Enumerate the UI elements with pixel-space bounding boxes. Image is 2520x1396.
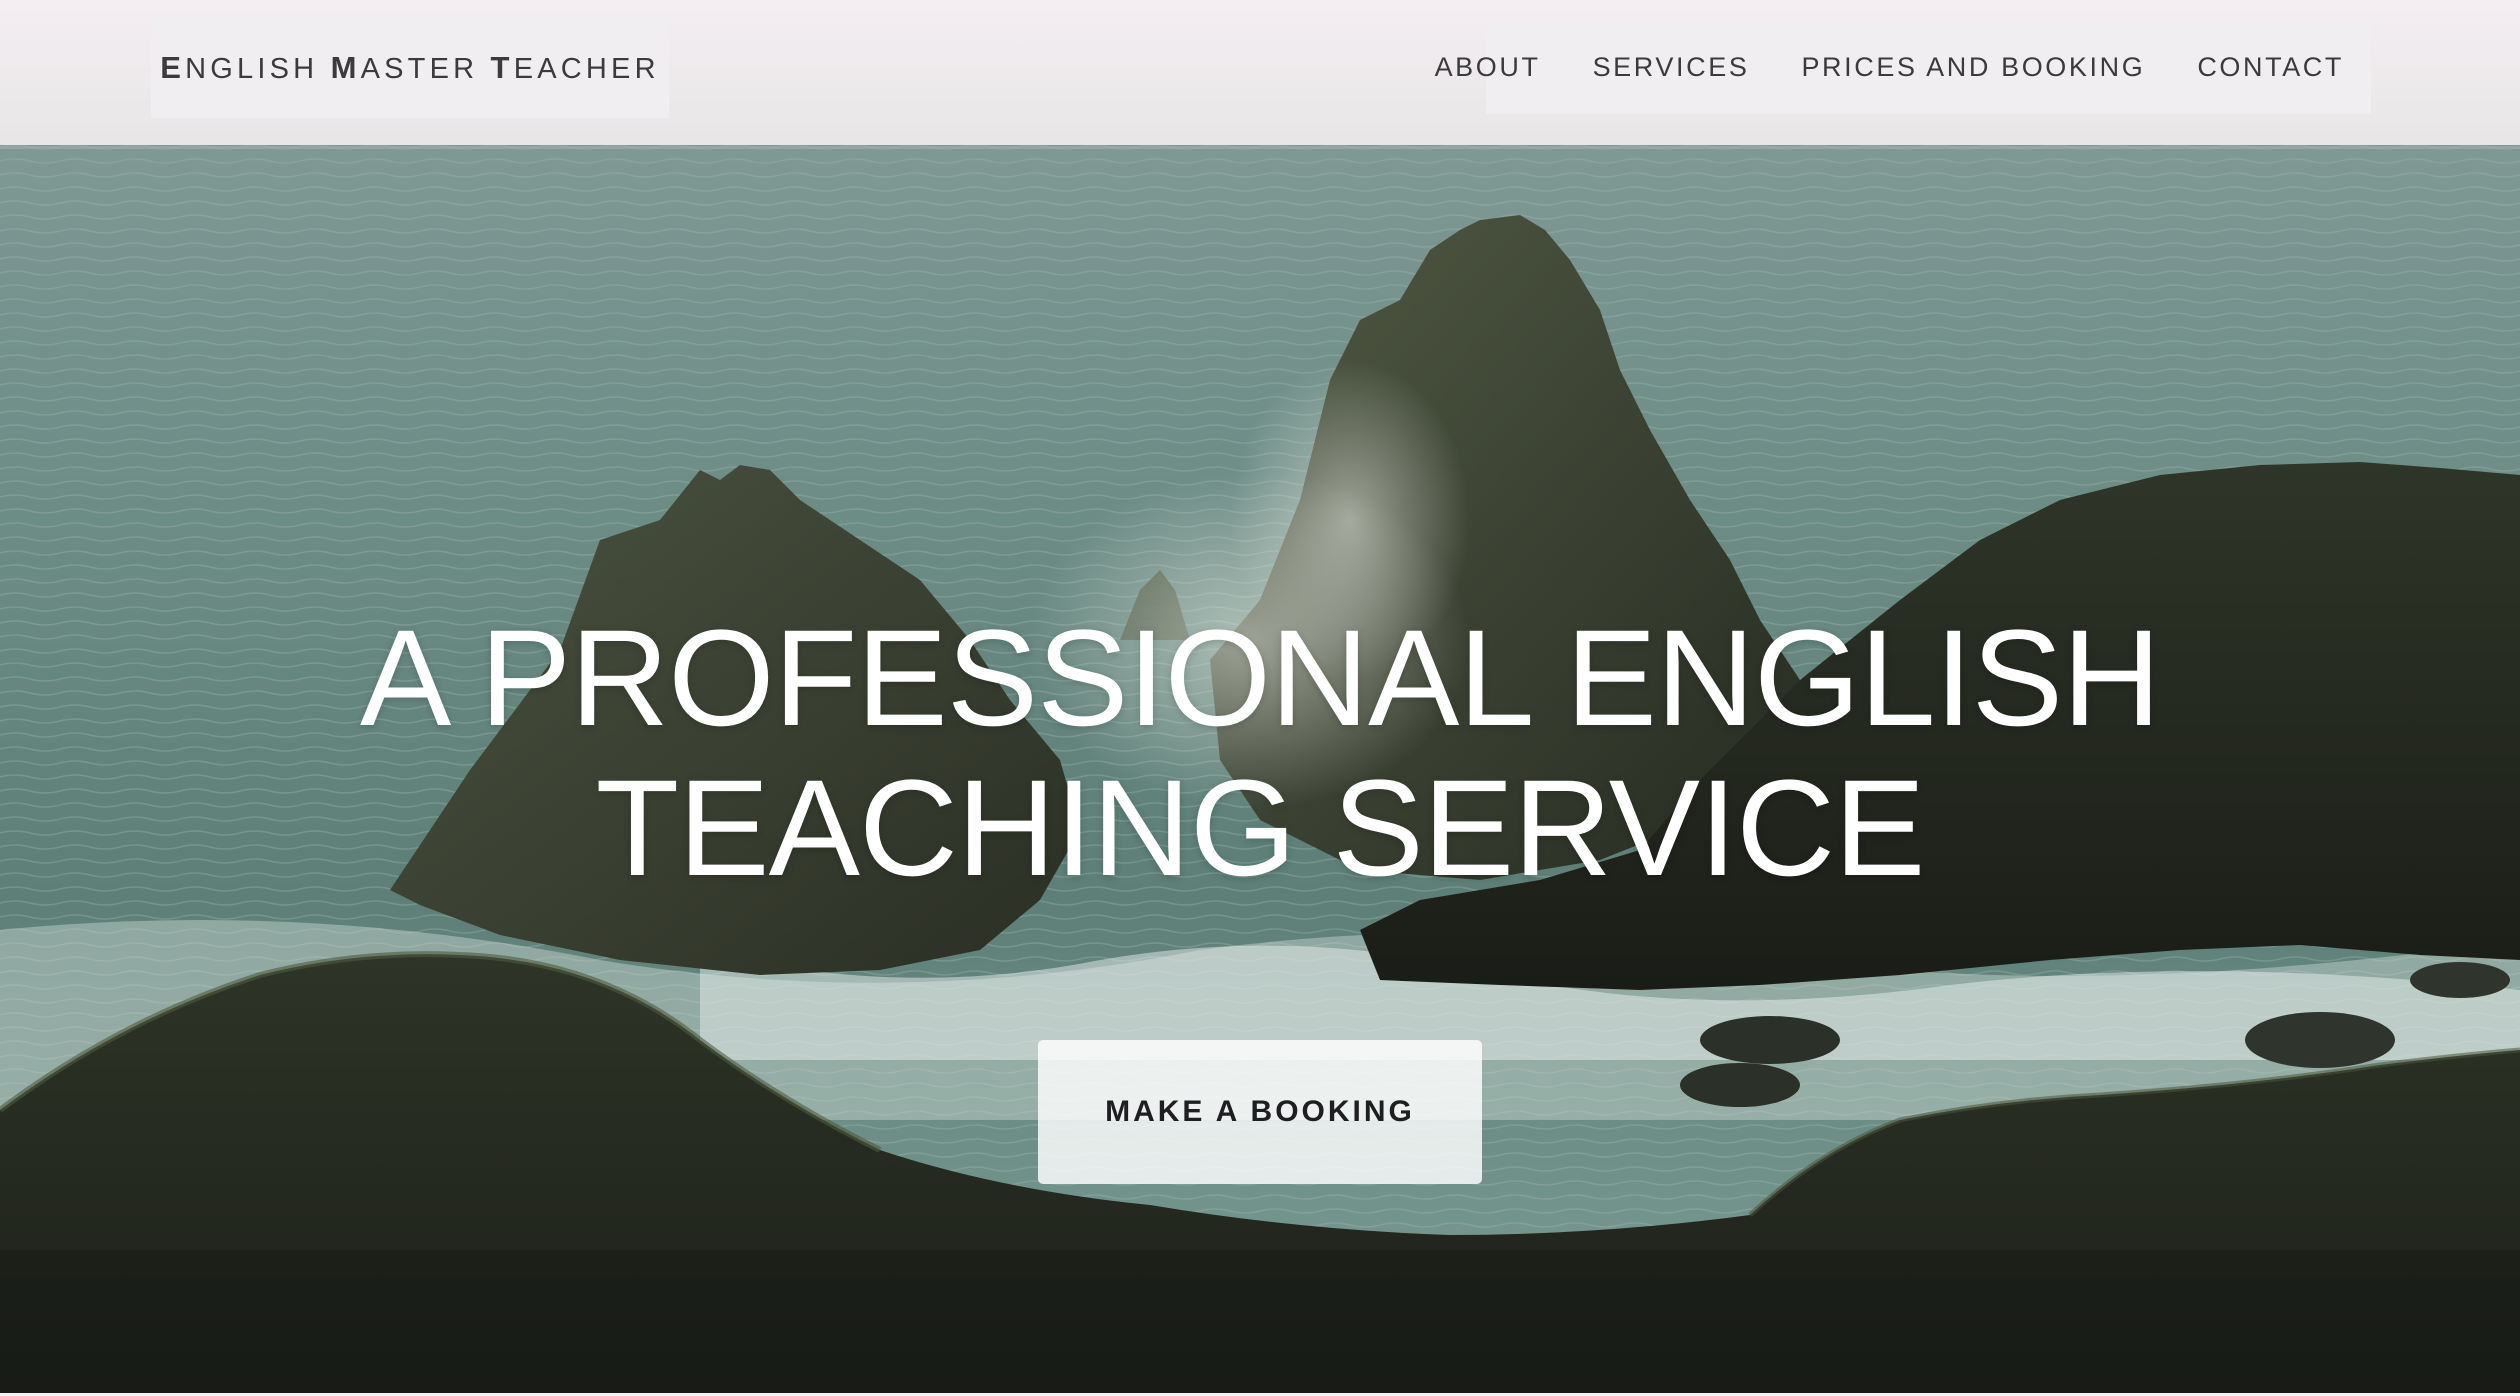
nav-link-services[interactable]: SERVICES — [1593, 52, 1750, 83]
nav-link-prices-and-booking[interactable]: PRICES AND BOOKING — [1801, 52, 2145, 83]
logo-text: ENGLISH MASTER TEACHER — [160, 50, 660, 86]
hero-title: A PROFESSIONAL ENGLISH TEACHING SERVICE — [0, 604, 2520, 904]
logo-rest-2: ASTER — [360, 52, 479, 85]
site-logo[interactable]: ENGLISH MASTER TEACHER — [151, 17, 669, 118]
logo-cap-1: E — [160, 49, 186, 85]
logo-cap-2: M — [330, 49, 361, 85]
make-a-booking-label: MAKE A BOOKING — [1105, 1095, 1415, 1128]
hero-title-line-2: TEACHING SERVICE — [595, 752, 1926, 905]
make-a-booking-button[interactable]: MAKE A BOOKING — [1038, 1040, 1482, 1184]
logo-cap-3: T — [490, 49, 514, 85]
hero-title-line-1: A PROFESSIONAL ENGLISH — [359, 602, 2161, 755]
main-nav: ABOUT SERVICES PRICES AND BOOKING CONTAC… — [1435, 20, 2371, 114]
landing-page: ENGLISH MASTER TEACHER ABOUT SERVICES PR… — [0, 0, 2520, 1396]
nav-link-about[interactable]: ABOUT — [1435, 52, 1541, 83]
logo-rest-3: EACHER — [513, 52, 660, 85]
logo-rest-1: NGLISH — [185, 52, 319, 85]
nav-link-contact[interactable]: CONTACT — [2197, 52, 2344, 83]
